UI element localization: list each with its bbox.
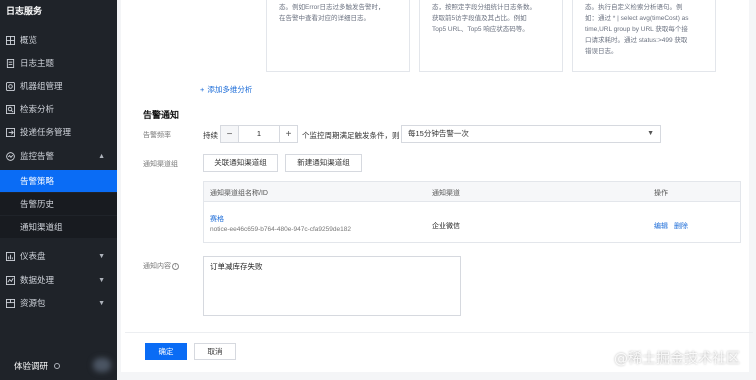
sidebar-item-label: 数据处理 [20, 275, 55, 285]
sidebar-item-label: 仪表盘 [20, 251, 46, 261]
persist-text: 持续 [203, 131, 218, 140]
sidebar-item-machine-group[interactable]: 机器组管理 [0, 75, 117, 97]
sidebar-item-label: 告警策略 [20, 176, 55, 186]
sidebar-item-label: 机器组管理 [20, 81, 63, 91]
sidebar-item-label: 监控告警 [20, 151, 55, 161]
grid-icon [6, 35, 15, 45]
add-analysis-label: 添加多维分析 [207, 85, 253, 94]
stepper-value[interactable]: 1 [239, 126, 279, 142]
data-icon [6, 275, 15, 285]
content-label-wrap: 通知内容 i [143, 261, 179, 271]
cycle-text: 个监控周期满足触发条件，则 [302, 131, 400, 140]
sidebar: 日志服务 概览 日志主题 机器组管理 检索分析 投递任务管理 监控告警 ▲ 告警… [0, 0, 117, 380]
survey-label: 体验调研 [14, 361, 49, 371]
column-header: 通知渠道 [432, 190, 460, 197]
sidebar-item-label: 告警历史 [20, 199, 55, 209]
chevron-down-icon: ▼ [98, 299, 105, 307]
card-line: 态，按照定字段分组统计日志条数。 [432, 4, 536, 11]
document-icon [6, 58, 15, 68]
channel-group-name-link[interactable]: 赛格 [210, 214, 224, 224]
card-line: 错误日志。 [585, 48, 618, 55]
sidebar-item-label: 日志主题 [20, 58, 55, 68]
chevron-down-icon: ▼ [647, 130, 654, 137]
frequency-label: 告警频率 [143, 132, 171, 139]
frequency-select[interactable]: 每15分钟告警一次 ▼ [401, 125, 661, 143]
channel-type: 企业微信 [432, 223, 460, 230]
divider [125, 332, 753, 333]
plus-button[interactable]: + [279, 126, 297, 142]
sidebar-item-label: 检索分析 [20, 104, 55, 114]
sidebar-item-monitor-alarm[interactable]: 监控告警 ▲ [0, 145, 117, 167]
card-line: time,URL group by URL 获取每个接 [585, 26, 688, 33]
card-line: 态。例如Error日志过多触发告警时， [279, 4, 385, 11]
alarm-section-title: 告警通知 [143, 110, 180, 120]
sidebar-item-log-topic[interactable]: 日志主题 [0, 52, 117, 74]
toggle-icon [54, 363, 61, 369]
card-line: 口请求耗时。通过 status:>499 获取 [585, 37, 688, 44]
table-header: 通知渠道组名称/ID 通知渠道 操作 [204, 182, 740, 202]
sidebar-item-overview[interactable]: 概览 [0, 29, 117, 51]
card-line: Top5 URL、Top5 响应状态码等。 [432, 26, 529, 33]
delete-link[interactable]: 删除 [674, 221, 688, 231]
sidebar-item-data-processing[interactable]: 数据处理 ▼ [0, 269, 117, 291]
sidebar-item-alarm-history[interactable]: 告警历史 [0, 193, 117, 215]
channel-table: 通知渠道组名称/ID 通知渠道 操作 赛格 notice-ee46c659-b7… [203, 181, 741, 243]
new-channel-button[interactable]: 新建通知渠道组 [285, 154, 362, 172]
minus-button[interactable]: − [221, 126, 239, 142]
add-analysis-link[interactable]: + 添加多维分析 [200, 84, 252, 95]
dashboard-icon [6, 251, 15, 261]
content-label: 通知内容 [143, 263, 171, 270]
plus-icon: + [200, 85, 205, 94]
confirm-button[interactable]: 确定 [145, 343, 187, 360]
link-channel-button[interactable]: 关联通知渠道组 [203, 154, 278, 172]
edit-link[interactable]: 编辑 [654, 221, 668, 231]
sidebar-item-notify-channel-group[interactable]: 通知渠道组 [0, 216, 117, 238]
notify-content-textarea[interactable]: 订单减库存失败 [203, 256, 461, 316]
alarm-icon [6, 151, 15, 161]
card-line: 获取前5访字段值及其占比。例如 [432, 15, 527, 22]
cancel-button[interactable]: 取消 [194, 343, 236, 360]
package-icon [6, 298, 15, 308]
info-icon[interactable]: i [172, 262, 179, 270]
search-icon [6, 104, 15, 114]
main-content: 态。例如Error日志过多触发告警时， 在告警中查看对应的详细日志。 态，按照定… [117, 0, 756, 380]
sidebar-item-alarm-policy[interactable]: 告警策略 [0, 170, 117, 192]
card-line: 态。执行自定义检索分析语句。例 [585, 4, 683, 11]
blurred-avatar [93, 358, 111, 372]
analysis-card[interactable]: 态。例如Error日志过多触发告警时， 在告警中查看对应的详细日志。 [266, 0, 410, 72]
sidebar-item-label: 投递任务管理 [20, 127, 72, 137]
sidebar-item-label: 概览 [20, 35, 38, 45]
sidebar-item-label: 资源包 [20, 298, 46, 308]
sidebar-item-delivery-task[interactable]: 投递任务管理 [0, 121, 117, 143]
sidebar-item-resource-package[interactable]: 资源包 ▼ [0, 292, 117, 314]
card-line: 如：通过 * | select avg(timeCost) as [585, 15, 689, 22]
column-header: 通知渠道组名称/ID [210, 190, 268, 197]
sidebar-item-dashboard[interactable]: 仪表盘 ▼ [0, 245, 117, 267]
card-line: 在告警中查看对应的详细日志。 [279, 15, 370, 22]
channel-label: 通知渠道组 [143, 161, 178, 168]
sidebar-item-label: 通知渠道组 [20, 222, 63, 232]
sidebar-item-search-analysis[interactable]: 检索分析 [0, 98, 117, 120]
column-header: 操作 [654, 190, 668, 197]
chevron-up-icon: ▲ [98, 152, 105, 160]
watermark: @稀土掘金技术社区 [614, 351, 740, 367]
export-icon [6, 127, 15, 137]
content-panel: 态。例如Error日志过多触发告警时， 在告警中查看对应的详细日志。 态，按照定… [121, 0, 753, 372]
analysis-card[interactable]: 态，按照定字段分组统计日志条数。 获取前5访字段值及其占比。例如 Top5 UR… [419, 0, 563, 72]
cycle-stepper: − 1 + [220, 125, 298, 143]
app-title: 日志服务 [6, 6, 43, 16]
frequency-select-value: 每15分钟告警一次 [408, 129, 469, 138]
chevron-down-icon: ▼ [98, 252, 105, 260]
analysis-card[interactable]: 态。执行自定义检索分析语句。例 如：通过 * | select avg(time… [572, 0, 716, 72]
channel-group-id: notice-ee46c659-b764-480e-947c-cfa9259de… [210, 226, 351, 233]
chevron-down-icon: ▼ [98, 276, 105, 284]
server-icon [6, 81, 15, 91]
